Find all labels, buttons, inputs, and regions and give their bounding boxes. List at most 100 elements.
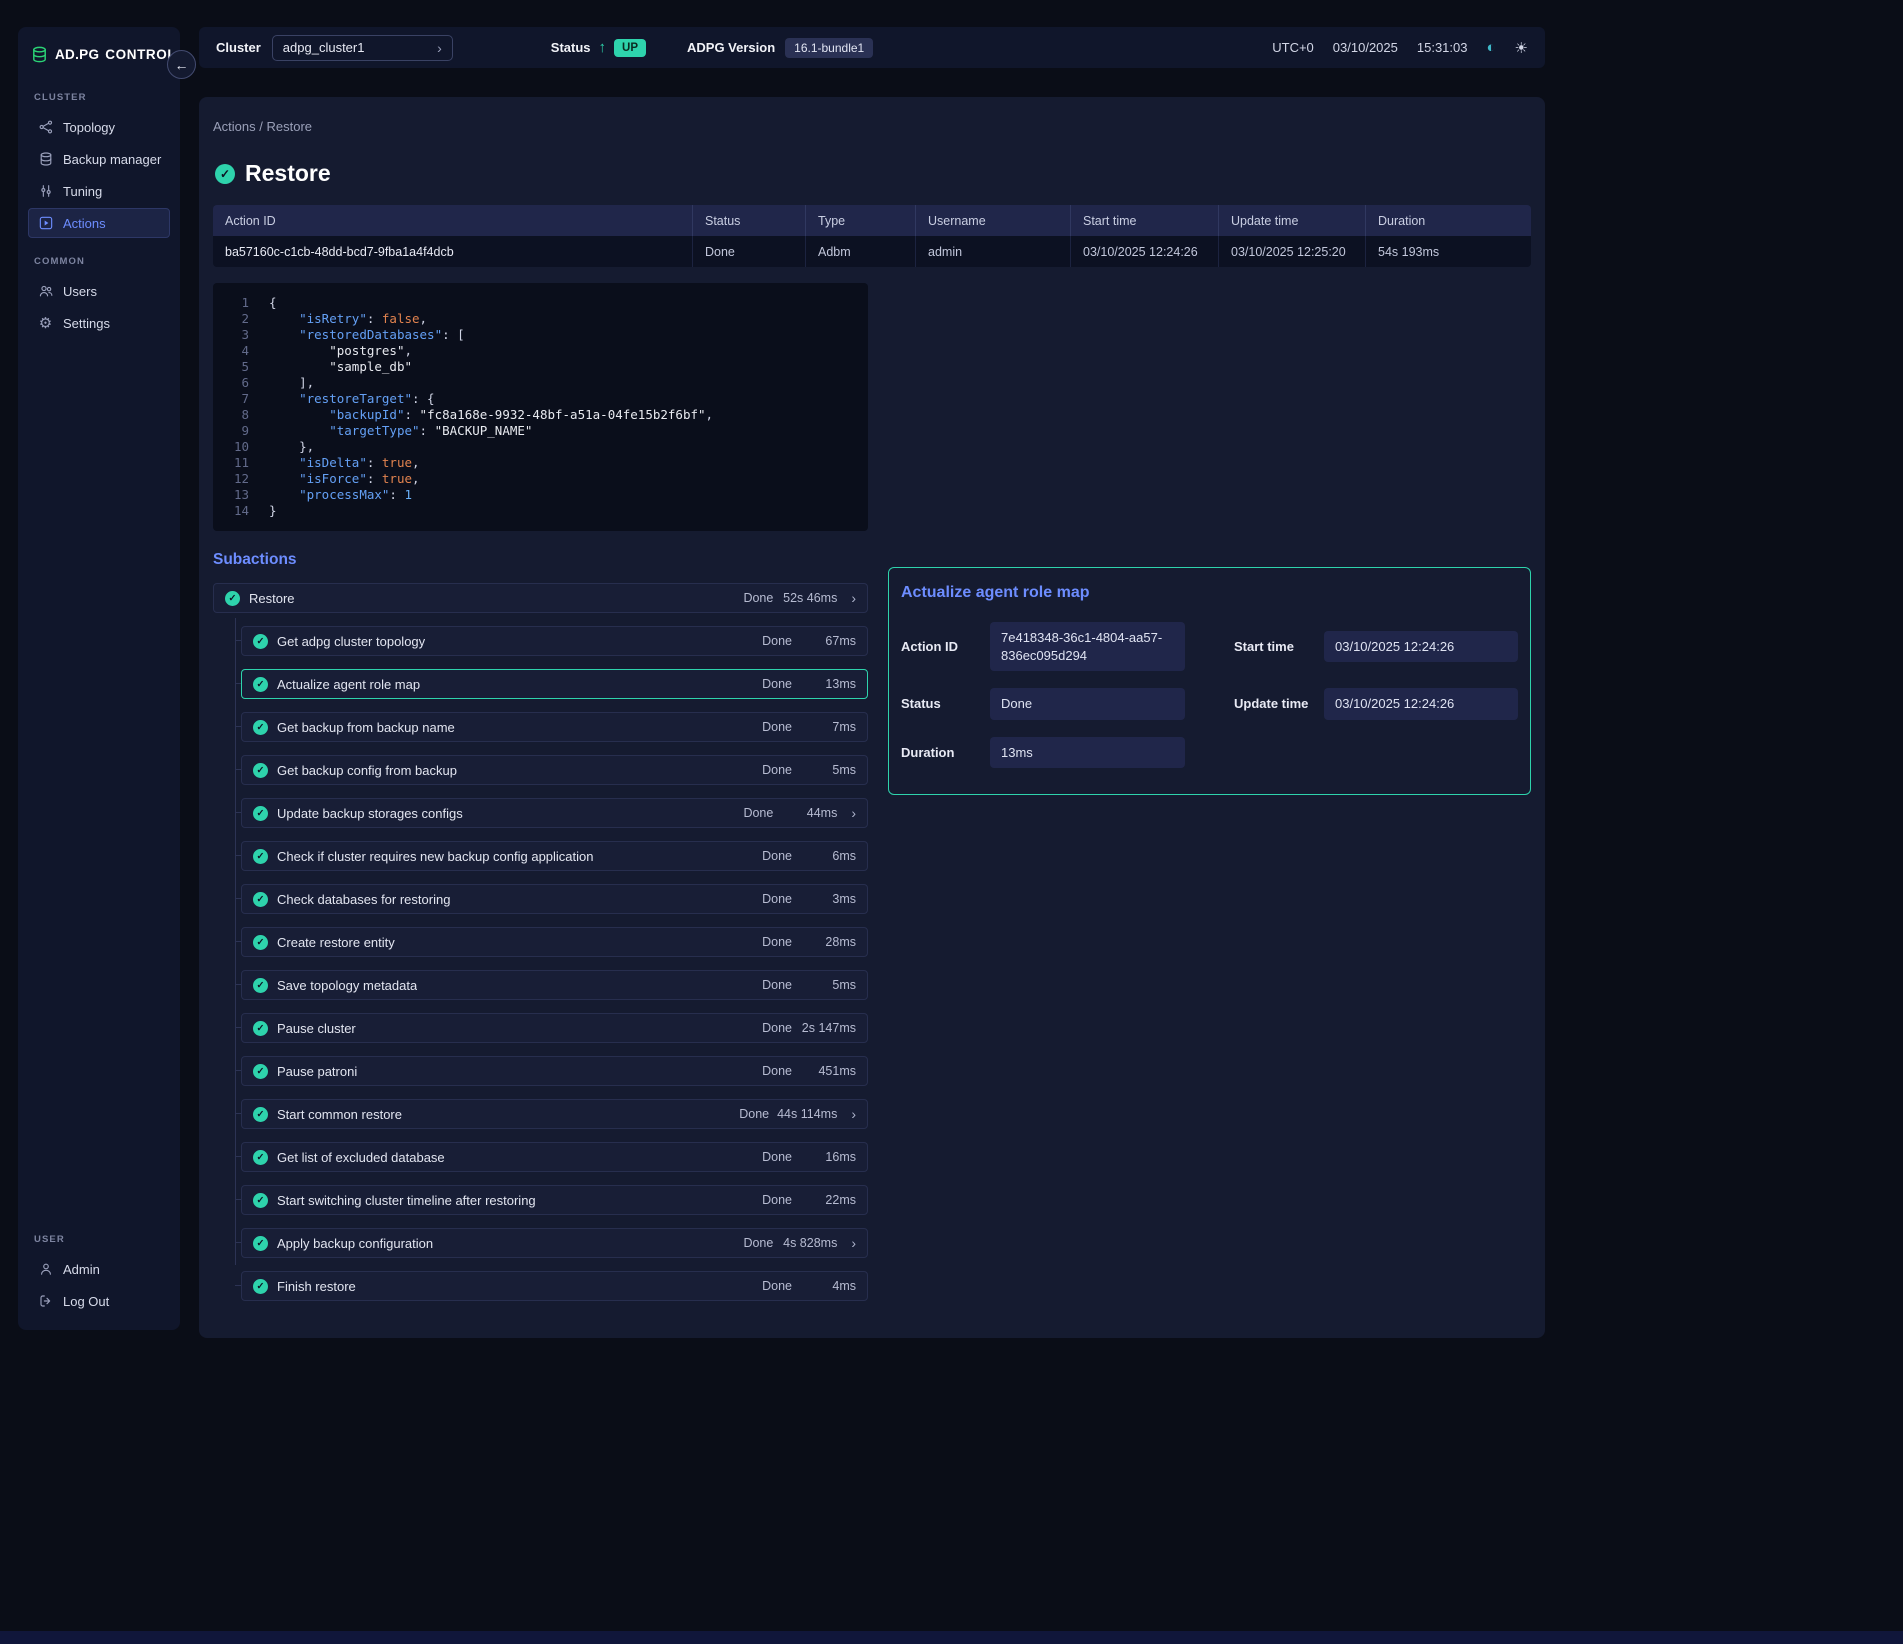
check-circle-icon: ✓ — [253, 1193, 268, 1208]
sidebar-item-admin[interactable]: Admin — [28, 1254, 170, 1284]
table-cell: ba57160c-c1cb-48dd-bcd7-9fba1a4f4dcb — [213, 236, 693, 267]
subaction-label: Check if cluster requires new backup con… — [277, 849, 594, 864]
subaction-duration: 451ms — [800, 1064, 856, 1078]
subaction-row-get-backup-from-backup-name[interactable]: ✓Get backup from backup nameDone7ms — [241, 712, 868, 742]
cluster-select-value: adpg_cluster1 — [283, 40, 365, 55]
sidebar-item-backup-manager[interactable]: Backup manager — [28, 144, 170, 174]
subaction-row-start-switching-cluster-timeline-after-restoring[interactable]: ✓ Start switching cluster timeline after … — [241, 1185, 868, 1215]
subaction-row-restore[interactable]: ✓RestoreDone52s 46ms› — [213, 583, 868, 613]
page-title-row: ✓ Restore — [215, 160, 1529, 187]
subaction-row-actualize-agent-role-map[interactable]: ✓Actualize agent role mapDone13ms — [241, 669, 868, 699]
subaction-label: Update backup storages configs — [277, 806, 463, 821]
version-label: ADPG Version — [687, 40, 775, 55]
check-circle-icon: ✓ — [215, 164, 235, 184]
sidebar-item-log-out[interactable]: Log Out — [28, 1286, 170, 1316]
subaction-row-create-restore-entity[interactable]: ✓Create restore entityDone28ms — [241, 927, 868, 957]
code-line: 7 "restoreTarget": { — [227, 391, 854, 407]
check-circle-icon: ✓ — [253, 1279, 268, 1294]
subaction-row-get-adpg-cluster-topology[interactable]: ✓Get adpg cluster topologyDone67ms — [241, 626, 868, 656]
subaction-label: Get adpg cluster topology — [277, 634, 425, 649]
subaction-row-get-list-of-excluded-database[interactable]: ✓Get list of excluded databaseDone16ms — [241, 1142, 868, 1172]
subaction-duration: 44ms — [781, 806, 837, 820]
version-badge: 16.1-bundle1 — [785, 38, 873, 58]
sidebar-item-label: Tuning — [63, 184, 102, 199]
subaction-label: Pause patroni — [277, 1064, 357, 1079]
logo-suffix-text: CONTROL — [105, 47, 176, 62]
subaction-label: Check databases for restoring — [277, 892, 450, 907]
timezone-text: UTC+0 — [1272, 40, 1314, 55]
code-line-number: 11 — [227, 455, 249, 471]
subactions-tree: ✓RestoreDone52s 46ms›✓Get adpg cluster t… — [213, 583, 868, 1301]
subaction-row-get-backup-config-from-backup[interactable]: ✓Get backup config from backupDone5ms — [241, 755, 868, 785]
table-header-cell: Status — [693, 205, 806, 236]
subaction-row-finish-restore[interactable]: ✓Finish restoreDone4ms — [241, 1271, 868, 1301]
subaction-status: Done — [752, 1021, 792, 1035]
tree-connector: ✓Check databases for restoringDone3ms — [241, 884, 868, 914]
subaction-duration: 6ms — [800, 849, 856, 863]
sidebar-item-users[interactable]: Users — [28, 276, 170, 306]
subactions-children: ✓Get adpg cluster topologyDone67ms ✓ Actua… — [235, 626, 868, 1301]
subaction-status: Done — [729, 1107, 769, 1121]
subaction-label: Actualize agent role map — [277, 677, 420, 692]
subaction-row-update-backup-storages-configs[interactable]: ✓Update backup storages configsDone44ms› — [241, 798, 868, 828]
table-cell: 03/10/2025 12:25:20 — [1219, 236, 1366, 267]
check-circle-icon: ✓ — [253, 806, 268, 821]
subaction-row-save-topology-metadata[interactable]: ✓Save topology metadataDone5ms — [241, 970, 868, 1000]
sidebar-item-settings[interactable]: ⚙Settings — [28, 308, 170, 338]
detail-field-value: 03/10/2025 12:24:26 — [1324, 631, 1518, 663]
theme-toggle-icon[interactable]: ◐ — [1486, 39, 1495, 56]
code-line: 1{ — [227, 295, 854, 311]
subaction-label: Restore — [249, 591, 295, 606]
subaction-status: Done — [733, 806, 773, 820]
sidebar-item-tuning[interactable]: Tuning — [28, 176, 170, 206]
topbar-right: UTC+0 03/10/2025 15:31:03 ◐ ☀ — [1272, 39, 1528, 57]
actions-table-head: Action IDStatusTypeUsernameStart timeUpd… — [213, 205, 1531, 236]
sidebar-item-label: Admin — [63, 1262, 100, 1277]
subaction-label: Start switching cluster timeline after r… — [277, 1193, 536, 1208]
code-line-number: 1 — [227, 295, 249, 311]
check-circle-icon: ✓ — [253, 1021, 268, 1036]
code-block: 1{2 "isRetry": false,3 "restoredDatabase… — [213, 283, 868, 531]
bottom-strip — [0, 1631, 1903, 1644]
subaction-row-apply-backup-configuration[interactable]: ✓Apply backup configurationDone4s 828ms› — [241, 1228, 868, 1258]
subaction-row-start-common-restore[interactable]: ✓Start common restoreDone44s 114ms› — [241, 1099, 868, 1129]
sidebar-item-actions[interactable]: Actions — [28, 208, 170, 238]
code-line: 2 "isRetry": false, — [227, 311, 854, 327]
sidebar-item-label: Log Out — [63, 1294, 109, 1309]
subaction-duration: 13ms — [800, 677, 856, 691]
time-text: 15:31:03 — [1417, 40, 1468, 55]
subaction-row-pause-patroni[interactable]: ✓Pause patroniDone451ms — [241, 1056, 868, 1086]
sidebar-item-topology[interactable]: Topology — [28, 112, 170, 142]
logout-icon — [37, 1293, 54, 1310]
subaction-status: Done — [752, 677, 792, 691]
code-line-number: 6 — [227, 375, 249, 391]
table-cell: 03/10/2025 12:24:26 — [1071, 236, 1219, 267]
table-cell: 54s 193ms — [1366, 236, 1531, 267]
logo-text: AD.PG — [55, 47, 99, 62]
status-label: Status — [551, 40, 591, 55]
sidebar-section-label: COMMON — [34, 256, 164, 267]
light-mode-icon[interactable]: ☀ — [1515, 39, 1528, 57]
code-line-number: 12 — [227, 471, 249, 487]
subaction-label: Get backup from backup name — [277, 720, 455, 735]
cluster-select[interactable]: adpg_cluster1 › — [272, 35, 453, 61]
subaction-row-check-if-cluster-requires-new-backup-config-application[interactable]: ✓Check if cluster requires new backup co… — [241, 841, 868, 871]
subaction-status: Done — [752, 978, 792, 992]
chevron-right-icon: › — [437, 40, 442, 56]
breadcrumb-actions[interactable]: Actions — [213, 119, 256, 134]
code-line: 4 "postgres", — [227, 343, 854, 359]
tree-connector: ✓Pause patroniDone451ms — [241, 1056, 868, 1086]
subaction-row-pause-cluster[interactable]: ✓Pause clusterDone2s 147ms — [241, 1013, 868, 1043]
subaction-row-check-databases-for-restoring[interactable]: ✓Check databases for restoringDone3ms — [241, 884, 868, 914]
subaction-duration: 2s 147ms — [800, 1021, 856, 1035]
check-circle-icon: ✓ — [253, 978, 268, 993]
actions-table-row[interactable]: ba57160c-c1cb-48dd-bcd7-9fba1a4f4dcbDone… — [213, 236, 1531, 267]
detail-grid: Action ID7e418348-36c1-4804-aa57-836ec09… — [901, 622, 1518, 768]
subaction-duration: 5ms — [800, 978, 856, 992]
date-text: 03/10/2025 — [1333, 40, 1398, 55]
detail-field-label: Action ID — [901, 639, 990, 654]
collapse-sidebar-button[interactable]: ← — [167, 50, 196, 79]
sidebar-nav: CLUSTERTopologyBackup managerTuningActio… — [28, 74, 170, 340]
sidebar-section-label: USER — [34, 1234, 164, 1245]
subaction-label: Finish restore — [277, 1279, 356, 1294]
